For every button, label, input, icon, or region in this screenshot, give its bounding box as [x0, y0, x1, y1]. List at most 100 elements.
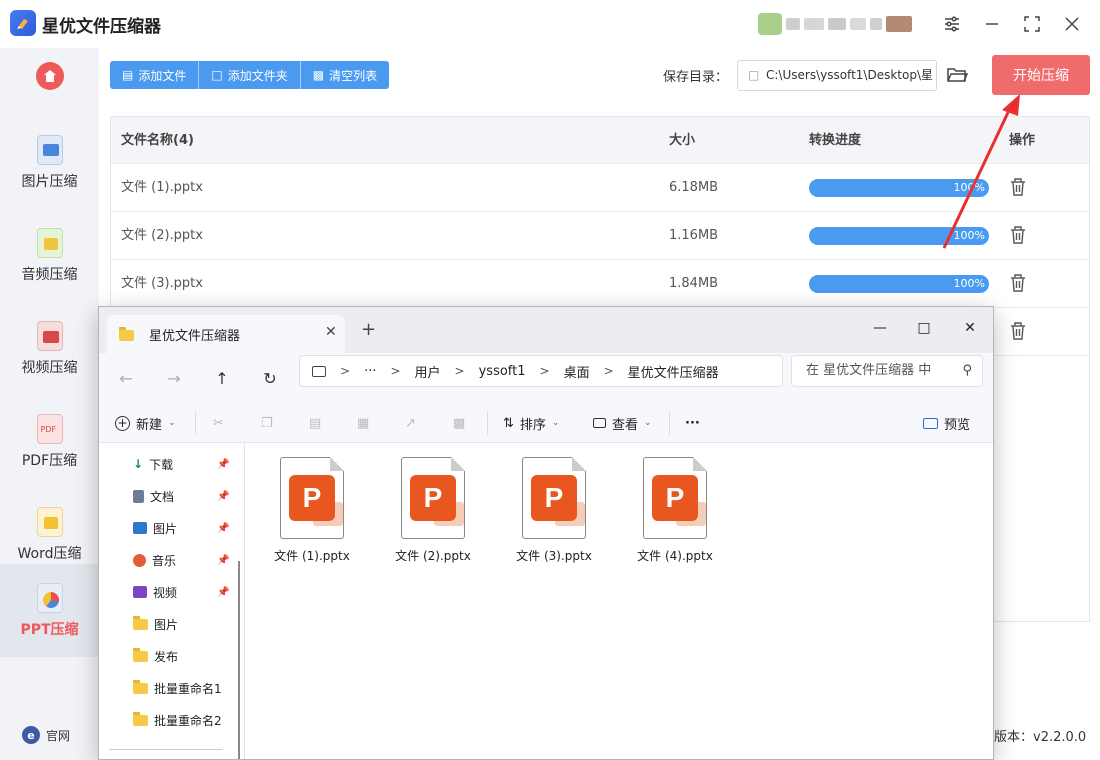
file-size: 1.84MB [669, 276, 719, 291]
sidebar-item-label: PPT压缩 [20, 621, 79, 638]
file-size: 6.18MB [669, 180, 719, 195]
nav-scrollbar[interactable] [238, 561, 240, 759]
file-name: 文件 (1).pptx [121, 180, 203, 195]
nav-label: 视频 [153, 585, 178, 600]
file-size: 1.16MB [669, 228, 719, 243]
close-icon[interactable] [1060, 12, 1084, 36]
breadcrumb-item[interactable]: yssoft1 [479, 364, 526, 379]
nav-item-folder[interactable]: 批量重命名1 [133, 677, 222, 699]
nav-item-documents[interactable]: 文档 📌 [133, 485, 229, 507]
file-item[interactable]: P 文件 (1).pptx [256, 457, 356, 567]
forward-icon[interactable]: → [161, 365, 187, 391]
version-label: 版本：v2.2.0.0 [994, 730, 1087, 745]
new-tab-icon[interactable]: + [361, 319, 376, 340]
home-icon[interactable] [36, 62, 64, 90]
nav-item-folder[interactable]: 批量重命名2 [133, 709, 222, 731]
delete-icon[interactable] [1009, 225, 1029, 245]
delete-icon[interactable] [1009, 273, 1029, 293]
sidebar-item-pdf[interactable]: PDF PDF压缩 [0, 395, 99, 488]
more-button[interactable]: ··· [685, 411, 700, 435]
file-item[interactable]: P 文件 (3).pptx [498, 457, 598, 567]
nav-item-videos[interactable]: 视频 📌 [133, 581, 229, 603]
view-button[interactable]: 查看 ⌄ [593, 411, 652, 435]
maximize-icon[interactable] [1020, 12, 1044, 36]
rename-icon[interactable]: ▦ [357, 411, 369, 435]
file-name: 文件 (1).pptx [274, 549, 350, 563]
add-file-button[interactable]: ▤ 添加文件 [110, 61, 200, 89]
folder-icon [133, 615, 148, 630]
table-row[interactable]: 文件 (1).pptx 6.18MB 100% [111, 164, 1089, 212]
breadcrumb-item[interactable]: 星优文件压缩器 [628, 362, 719, 381]
explorer-command-bar: + 新建 ⌄ ✂ ❐ ▤ ▦ ↗ ▩ ⇅ 排序 ⌄ 查看 ⌄ ··· 预览 [99, 403, 993, 443]
share-icon[interactable]: ↗ [405, 411, 416, 435]
video-compress-icon [36, 320, 63, 351]
explorer-address-bar: ← → ↑ ↻ > ··· > 用户 > yssoft1 > 桌面 > 星优文件… [99, 353, 993, 403]
copy-icon[interactable]: ❐ [261, 411, 273, 435]
app-title: 星优文件压缩器 [42, 17, 161, 37]
up-icon[interactable]: ↑ [209, 365, 235, 391]
pin-icon: 📌 [217, 586, 230, 598]
pin-icon: 📌 [217, 490, 230, 502]
sidebar-item-image[interactable]: 图片压缩 [0, 116, 99, 209]
sidebar-item-video[interactable]: 视频压缩 [0, 302, 99, 395]
app-logo-icon [10, 10, 36, 36]
file-item[interactable]: P 文件 (4).pptx [619, 457, 719, 567]
add-folder-button[interactable]: □ 添加文件夹 [199, 61, 301, 89]
search-icon: ⚲ [962, 363, 972, 378]
file-name: 文件 (3).pptx [516, 549, 592, 563]
nav-label: 音乐 [152, 553, 177, 568]
breadcrumb-more[interactable]: ··· [364, 364, 376, 379]
sidebar-item-label: PDF压缩 [21, 452, 78, 469]
audio-compress-icon [36, 227, 63, 258]
file-item[interactable]: P 文件 (2).pptx [377, 457, 477, 567]
nav-item-downloads[interactable]: ↓ 下载 📌 [133, 453, 229, 475]
nav-label: 图片 [154, 617, 179, 632]
start-compress-button[interactable]: 开始压缩 [992, 55, 1090, 95]
nav-item-pictures[interactable]: 图片 📌 [133, 517, 229, 539]
nav-item-music[interactable]: 音乐 📌 [133, 549, 229, 571]
sort-button[interactable]: ⇅ 排序 ⌄ [503, 411, 559, 435]
explorer-close-icon[interactable]: ✕ [955, 313, 985, 343]
progress-value: 100% [953, 277, 985, 290]
official-site-link[interactable]: e 官网 [22, 726, 70, 744]
table-row[interactable]: 文件 (2).pptx 1.16MB 100% [111, 212, 1089, 260]
search-input[interactable]: 在 星优文件压缩器 中 ⚲ [791, 355, 983, 387]
explorer-maximize-icon[interactable]: □ [909, 313, 939, 343]
preview-button[interactable]: 预览 [923, 411, 970, 435]
col-name-header: 文件名称(4) [121, 133, 194, 148]
sort-label: 排序 [519, 417, 546, 433]
explorer-tab[interactable]: 星优文件压缩器 ✕ [107, 315, 345, 353]
breadcrumb[interactable]: > ··· > 用户 > yssoft1 > 桌面 > 星优文件压缩器 [299, 355, 783, 387]
breadcrumb-item[interactable]: 桌面 [564, 362, 590, 381]
progress-bar: 100% [809, 275, 989, 293]
new-button[interactable]: + 新建 ⌄ [115, 411, 176, 435]
delete-icon[interactable] [1009, 177, 1029, 197]
nav-label: 下载 [149, 457, 174, 472]
computer-icon [312, 365, 326, 377]
nav-item-folder[interactable]: 发布 [133, 645, 178, 667]
save-path-field[interactable]: □ C:\Users\yssoft1\Desktop\星 [737, 60, 937, 91]
refresh-icon[interactable]: ↻ [257, 365, 283, 391]
breadcrumb-item[interactable]: 用户 [415, 362, 441, 381]
browse-folder-icon[interactable] [946, 64, 969, 86]
settings-icon[interactable] [940, 12, 964, 36]
sidebar-item-ppt[interactable]: PPT压缩 [0, 564, 99, 657]
explorer-tabbar: 星优文件压缩器 ✕ + — □ ✕ [99, 307, 993, 353]
delete-icon[interactable]: ▩ [453, 411, 465, 435]
minimize-icon[interactable] [980, 12, 1004, 36]
col-action-header: 操作 [1009, 133, 1036, 148]
site-icon: e [22, 726, 40, 744]
table-row[interactable]: 文件 (3).pptx 1.84MB 100% [111, 260, 1089, 308]
sidebar-item-audio[interactable]: 音频压缩 [0, 209, 99, 302]
tab-close-icon[interactable]: ✕ [325, 324, 337, 340]
nav-item-folder[interactable]: 图片 [133, 613, 178, 635]
delete-icon[interactable] [1009, 321, 1029, 341]
clear-list-label: 清空列表 [329, 68, 378, 83]
explorer-minimize-icon[interactable]: — [865, 313, 895, 343]
clear-list-button[interactable]: ▩ 清空列表 [301, 61, 389, 89]
save-dir-label: 保存目录： [663, 70, 729, 85]
cut-icon[interactable]: ✂ [213, 411, 224, 435]
back-icon[interactable]: ← [113, 365, 139, 391]
paste-icon[interactable]: ▤ [309, 411, 321, 435]
user-avatar[interactable] [758, 12, 922, 36]
